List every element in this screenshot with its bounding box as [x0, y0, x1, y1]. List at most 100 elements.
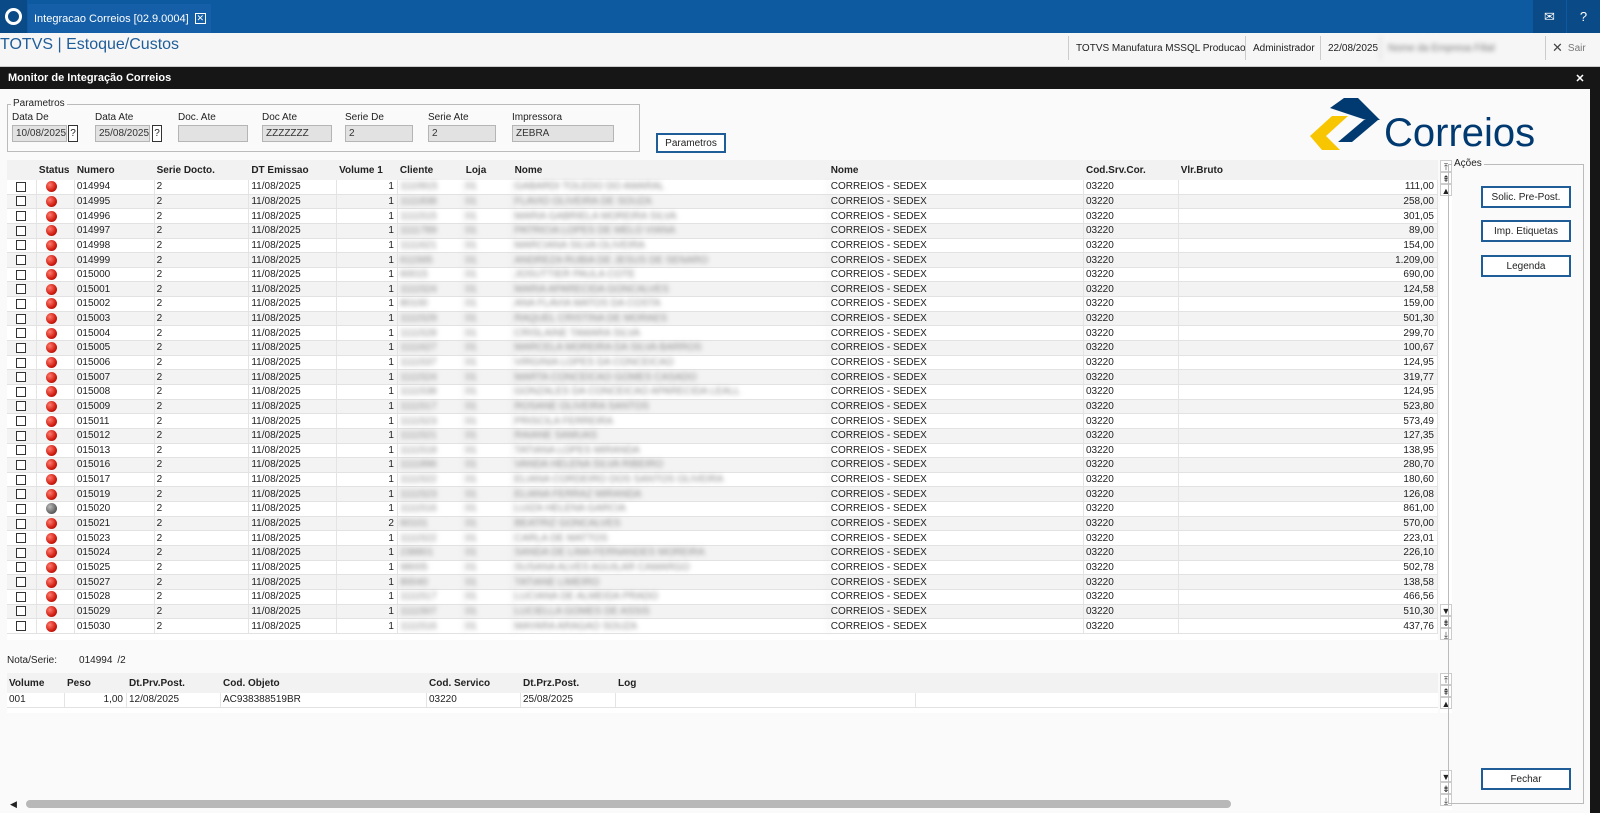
col-dt-prz-post[interactable]: Dt.Prz.Post.: [521, 673, 616, 693]
col-numero[interactable]: Numero: [75, 160, 155, 180]
legenda-button[interactable]: Legenda: [1481, 255, 1571, 277]
row-checkbox[interactable]: [16, 489, 26, 500]
table-row[interactable]: 014999 2 11/08/2025 1 611565 01 ANDREZA RUBIA …: [7, 253, 1438, 268]
col-status[interactable]: Status: [37, 160, 75, 180]
row-checkbox[interactable]: [16, 181, 26, 192]
row-checkbox[interactable]: [16, 430, 26, 441]
solic-pre-post-button[interactable]: Solic. Pre-Post.: [1481, 186, 1571, 208]
table-row[interactable]: 014997 2 11/08/2025 1 1111789 01 PATRICIA LOPE…: [7, 223, 1438, 239]
row-checkbox[interactable]: [16, 372, 26, 383]
col-cod-srv[interactable]: Cod.Srv.Cor.: [1084, 160, 1179, 180]
row-checkbox[interactable]: [16, 621, 26, 632]
row-checkbox[interactable]: [16, 416, 26, 427]
col-vlr-bruto[interactable]: Vlr.Bruto: [1179, 160, 1438, 180]
col-log[interactable]: Log: [616, 673, 916, 693]
table-row[interactable]: 015016 2 11/08/2025 1 1111896 01 VANDA HELENA …: [7, 458, 1438, 473]
row-checkbox[interactable]: [16, 445, 26, 456]
volume-row[interactable]: 001 1,00 12/08/2025 AC938388519BR 03220 …: [7, 693, 1438, 708]
row-checkbox[interactable]: [16, 518, 26, 529]
row-checkbox[interactable]: [16, 342, 26, 353]
col-peso[interactable]: Peso: [65, 673, 127, 693]
row-checkbox[interactable]: [16, 474, 26, 485]
table-row[interactable]: 014995 2 11/08/2025 1 1111838 01 FLAVIO OLIVEI…: [7, 194, 1438, 210]
row-checkbox[interactable]: [16, 401, 26, 412]
totvs-logo-icon[interactable]: [0, 0, 27, 33]
table-row[interactable]: 015013 2 11/08/2025 1 1111518 01 TATIANA LOPES…: [7, 443, 1438, 459]
volumes-grid[interactable]: Volume Peso Dt.Prv.Post. Cod. Objeto Cod…: [7, 673, 1438, 713]
help-icon[interactable]: ?: [1567, 0, 1600, 33]
table-row[interactable]: 015023 2 11/08/2025 1 1111522 01 CARLA DE MATT…: [7, 531, 1438, 547]
scroll-left-icon[interactable]: ◀: [10, 799, 17, 810]
doc-ate-field[interactable]: [178, 125, 248, 142]
row-checkbox[interactable]: [16, 284, 26, 295]
table-row[interactable]: 015009 2 11/08/2025 1 1111517 01 ROSANE OLIVEI…: [7, 399, 1438, 415]
doc-ate-field-2[interactable]: ZZZZZZZ: [262, 125, 332, 142]
table-row[interactable]: 015004 2 11/08/2025 1 1111528 01 CRISLAINE TAM…: [7, 326, 1438, 342]
table-row[interactable]: 015006 2 11/08/2025 1 1111537 01 VIRGINIA LOPE…: [7, 355, 1438, 371]
table-row[interactable]: 015001 2 11/08/2025 1 1111524 01 MARIA APARECI…: [7, 282, 1438, 298]
row-checkbox[interactable]: [16, 328, 26, 339]
row-checkbox[interactable]: [16, 196, 26, 207]
data-ate-field[interactable]: 25/08/2025: [95, 125, 150, 142]
table-row[interactable]: 015002 2 11/08/2025 1 80100 01 ANA FLAVIA MATO…: [7, 297, 1438, 312]
row-checkbox[interactable]: [16, 357, 26, 368]
table-row[interactable]: 015005 2 11/08/2025 1 1111627 01 MARCELA MOREI…: [7, 341, 1438, 356]
close-tab-icon[interactable]: ✕: [194, 13, 206, 24]
window-close-icon[interactable]: ✕: [1570, 67, 1590, 89]
fechar-button[interactable]: Fechar: [1481, 768, 1571, 790]
table-row[interactable]: 014994 2 11/08/2025 1 1110915 01 GABARDI TOLED…: [7, 180, 1438, 195]
horizontal-scrollbar[interactable]: [26, 800, 1231, 808]
data-ate-lookup-button[interactable]: ?: [152, 125, 162, 142]
table-row[interactable]: 015012 2 11/08/2025 1 1111521 01 RAIANE SAMUAS…: [7, 428, 1438, 444]
company-label[interactable]: Nome da Empresa Filial: [1380, 36, 1543, 60]
col-serie[interactable]: Serie Docto.: [155, 160, 250, 180]
table-row[interactable]: 015027 2 11/08/2025 1 80040 01 TATIANE LIMEIRO…: [7, 575, 1438, 590]
serie-ate-field[interactable]: 2: [428, 125, 496, 142]
col-nome[interactable]: Nome: [513, 160, 829, 180]
data-de-field[interactable]: 10/08/2025: [12, 125, 67, 142]
data-de-lookup-button[interactable]: ?: [68, 125, 78, 142]
col-volume[interactable]: Volume 1: [337, 160, 398, 180]
table-row[interactable]: 015020 2 11/08/2025 1 1111516 01 LUIZA HELENA …: [7, 502, 1438, 517]
mail-icon[interactable]: ✉: [1533, 0, 1566, 33]
table-row[interactable]: 015021 2 11/08/2025 2 60101 01 BEATRIZ GONCALV…: [7, 516, 1438, 532]
orders-grid[interactable]: Status Numero Serie Docto. DT Emissao Vo…: [7, 160, 1438, 640]
serie-de-field[interactable]: 2: [345, 125, 413, 142]
row-checkbox[interactable]: [16, 577, 26, 588]
col-cod-servico[interactable]: Cod. Servico: [427, 673, 521, 693]
table-row[interactable]: 015017 2 11/08/2025 1 1111522 01 ELIANA CORDEI…: [7, 472, 1438, 488]
table-row[interactable]: 015011 2 11/08/2025 1 1111523 01 PRISCILA FERR…: [7, 414, 1438, 429]
row-checkbox[interactable]: [16, 533, 26, 544]
row-checkbox[interactable]: [16, 591, 26, 602]
parametros-button[interactable]: Parametros: [656, 133, 726, 153]
user-label[interactable]: Administrador: [1245, 36, 1322, 60]
col-loja[interactable]: Loja: [464, 160, 513, 180]
row-checkbox[interactable]: [16, 459, 26, 470]
row-checkbox[interactable]: [16, 606, 26, 617]
table-row[interactable]: 014998 2 11/08/2025 1 1111621 01 MARCIANA SILV…: [7, 238, 1438, 254]
row-checkbox[interactable]: [16, 313, 26, 324]
exit-button[interactable]: ✕ Sair: [1545, 36, 1600, 60]
row-checkbox[interactable]: [16, 255, 26, 266]
row-checkbox[interactable]: [16, 562, 26, 573]
date-label[interactable]: 22/08/2025: [1320, 36, 1385, 60]
row-checkbox[interactable]: [16, 547, 26, 558]
imp-etiquetas-button[interactable]: Imp. Etiquetas: [1481, 220, 1571, 242]
table-row[interactable]: 015003 2 11/08/2025 1 1111529 01 RAQUEL CRISTI…: [7, 311, 1438, 327]
table-row[interactable]: 015024 2 11/08/2025 1 238801 01 SANDA DE LIMA …: [7, 546, 1438, 561]
table-row[interactable]: 015030 2 11/08/2025 1 1111516 01 MAYARA ARAGAO…: [7, 619, 1438, 634]
row-checkbox[interactable]: [16, 503, 26, 514]
table-row[interactable]: 015000 2 11/08/2025 1 60015 01 JOSUTTIER PAULA…: [7, 267, 1438, 283]
table-row[interactable]: 015007 2 11/08/2025 1 1111524 01 MARTA CONCEIC…: [7, 370, 1438, 385]
col-transportadora[interactable]: Nome: [829, 160, 1084, 180]
row-checkbox[interactable]: [16, 386, 26, 397]
table-row[interactable]: 015019 2 11/08/2025 1 1111523 01 ELIANA FERRAZ…: [7, 487, 1438, 503]
table-row[interactable]: 015028 2 11/08/2025 1 1111517 01 LUCIANA DE AL…: [7, 589, 1438, 605]
row-checkbox[interactable]: [16, 211, 26, 222]
col-cod-objeto[interactable]: Cod. Objeto: [221, 673, 427, 693]
col-volume[interactable]: Volume: [7, 673, 65, 693]
row-checkbox[interactable]: [16, 298, 26, 309]
table-row[interactable]: 015025 2 11/08/2025 1 98005 01 SUSANA ALVES AG…: [7, 560, 1438, 576]
row-checkbox[interactable]: [16, 225, 26, 236]
environment-label[interactable]: TOTVS Manufatura MSSQL Producao: [1068, 36, 1253, 60]
